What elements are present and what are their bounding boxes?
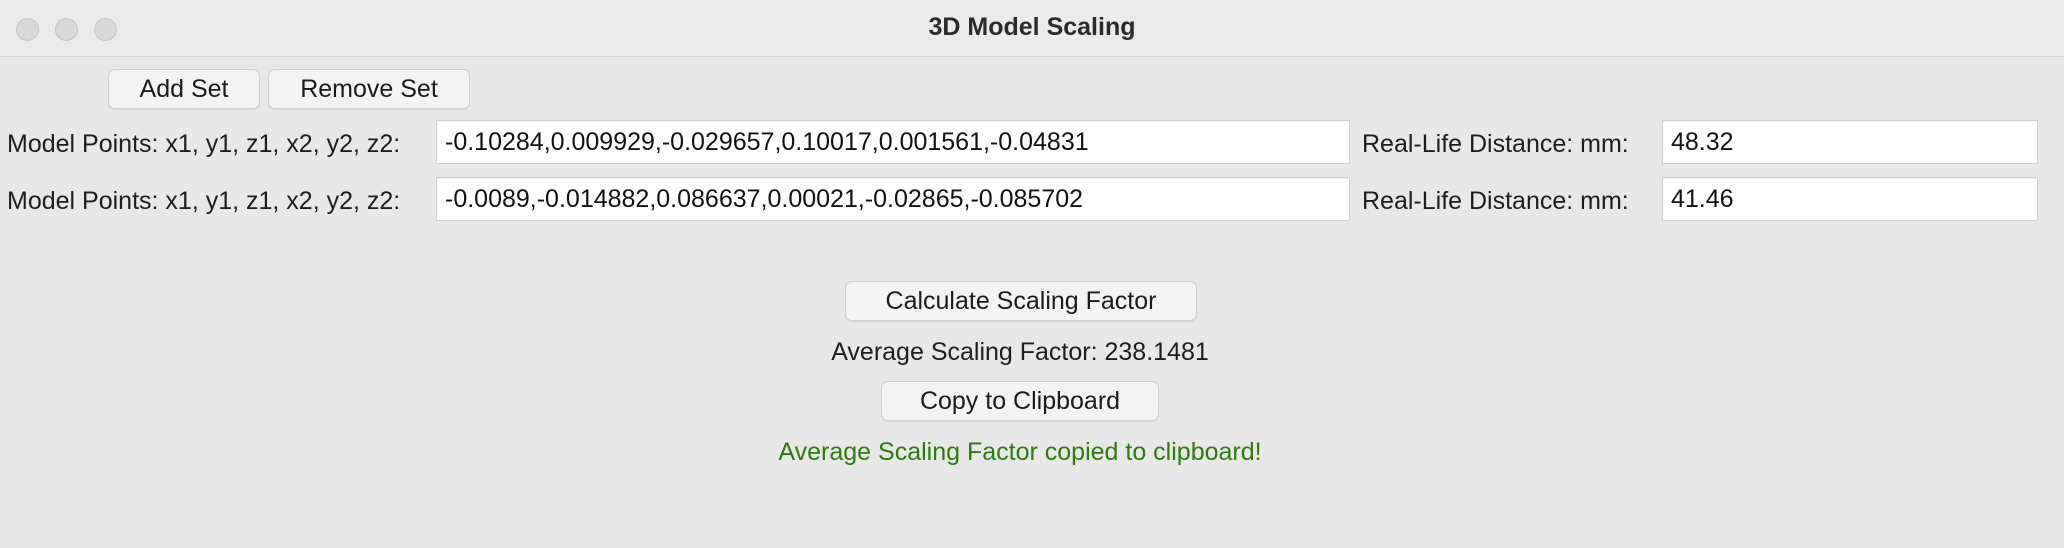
real-life-distance-label: Real-Life Distance: mm:: [1362, 130, 1629, 158]
copy-to-clipboard-button[interactable]: Copy to Clipboard: [881, 381, 1159, 421]
model-points-input[interactable]: -0.10284,0.009929,-0.029657,0.10017,0.00…: [436, 120, 1350, 164]
average-scaling-factor-text: Average Scaling Factor: 238.1481: [831, 338, 1209, 366]
window-title: 3D Model Scaling: [928, 13, 1136, 41]
remove-set-button[interactable]: Remove Set: [268, 69, 470, 109]
real-life-distance-input[interactable]: 48.32: [1662, 120, 2038, 164]
real-life-distance-input[interactable]: 41.46: [1662, 177, 2038, 221]
real-life-distance-label: Real-Life Distance: mm:: [1362, 187, 1629, 215]
model-points-label: Model Points: x1, y1, z1, x2, y2, z2:: [7, 130, 401, 158]
add-set-button[interactable]: Add Set: [108, 69, 260, 109]
title-bar: 3D Model Scaling: [0, 0, 2064, 57]
model-points-input[interactable]: -0.0089,-0.014882,0.086637,0.00021,-0.02…: [436, 177, 1350, 221]
model-points-label: Model Points: x1, y1, z1, x2, y2, z2:: [7, 187, 401, 215]
app-window: 3D Model Scaling Add Set Remove Set Mode…: [0, 0, 2064, 548]
calculate-scaling-factor-button[interactable]: Calculate Scaling Factor: [845, 281, 1197, 321]
clipboard-status-message: Average Scaling Factor copied to clipboa…: [778, 438, 1262, 466]
